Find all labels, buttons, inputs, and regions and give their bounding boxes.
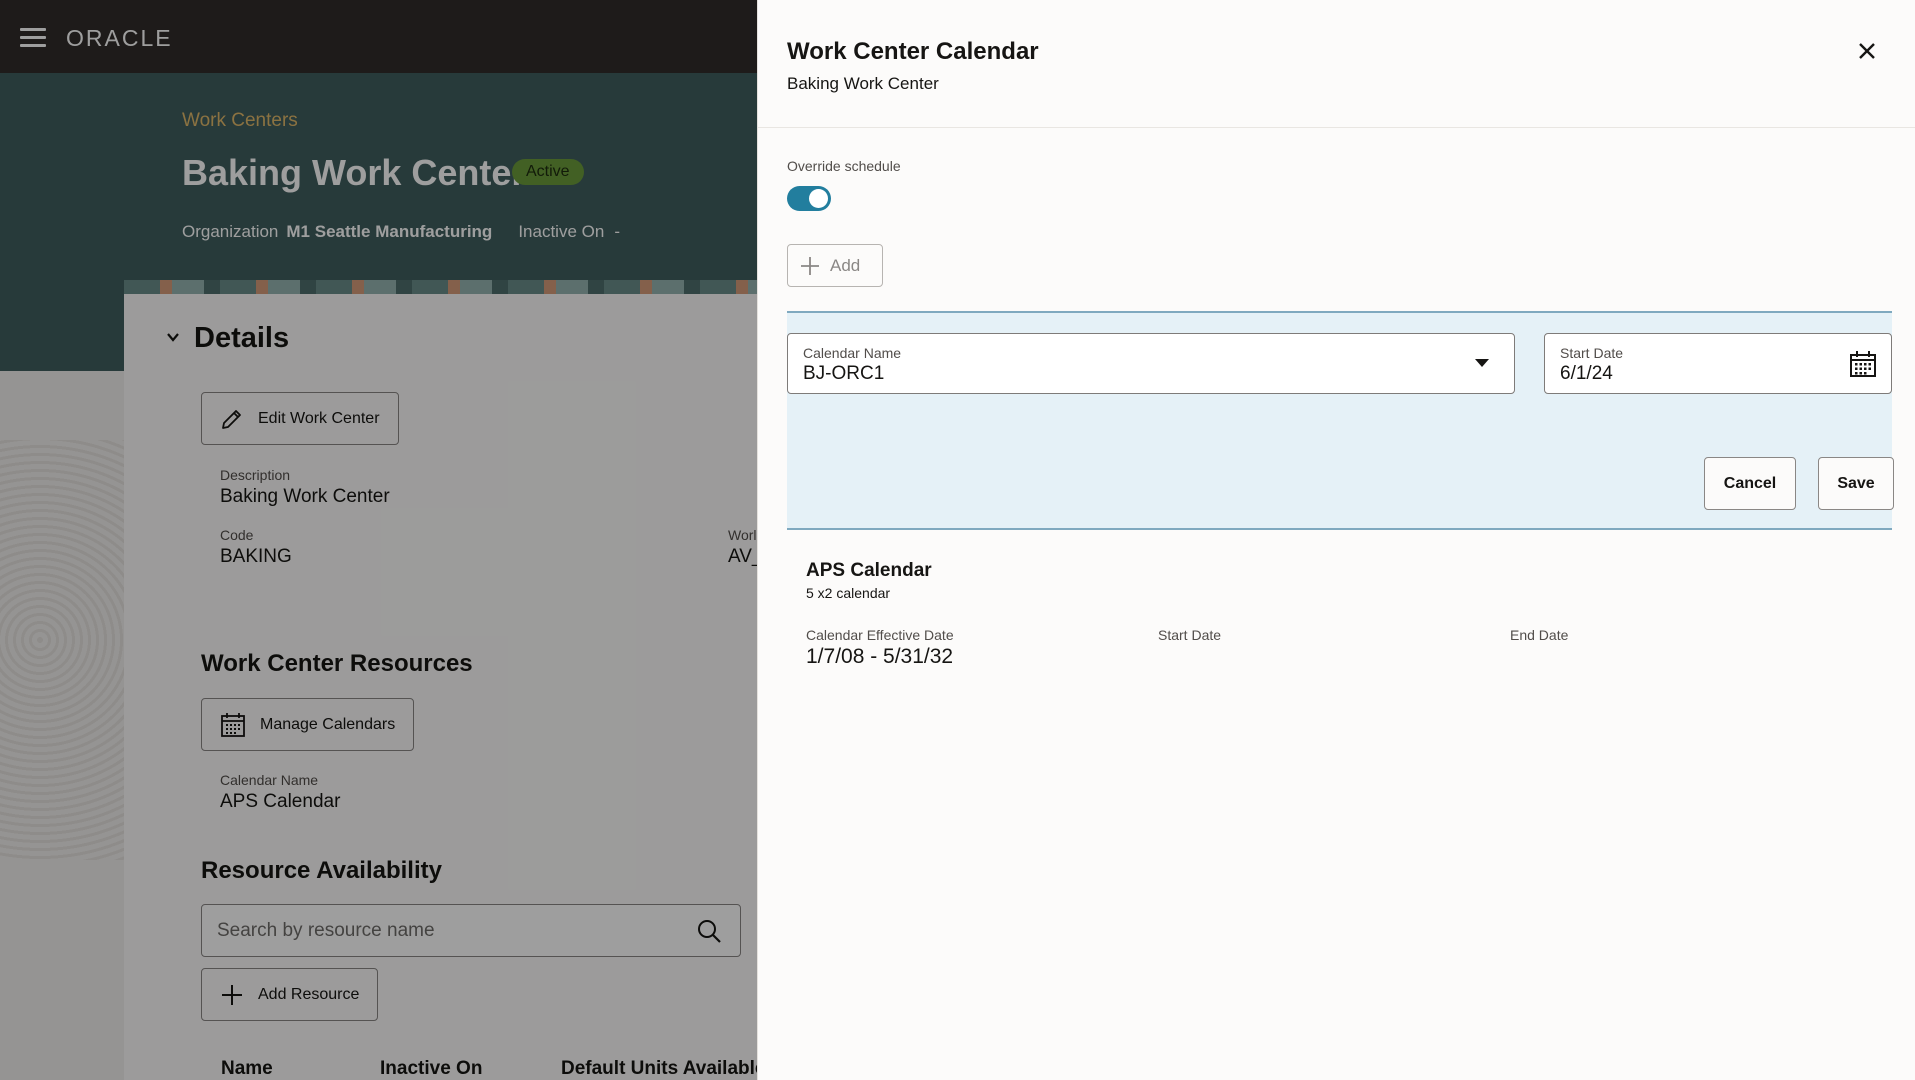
calendar-name-select[interactable]: Calendar Name BJ-ORC1 <box>787 333 1515 394</box>
modal-scrim[interactable] <box>0 0 757 1080</box>
start-date-label: Start Date <box>1158 627 1222 643</box>
current-calendar-name: APS Calendar <box>806 560 932 581</box>
calendar-name-field-value: BJ-ORC1 <box>803 363 885 384</box>
calendar-effective-date-value: 1/7/08 - 5/31/32 <box>806 645 954 668</box>
calendar-effective-date-label: Calendar Effective Date <box>806 627 954 643</box>
start-date-field-value: 6/1/24 <box>1560 363 1613 384</box>
drawer-header-divider <box>758 127 1915 128</box>
close-icon[interactable] <box>1856 40 1878 62</box>
drawer-subtitle: Baking Work Center <box>787 74 939 93</box>
calendar-name-field-label: Calendar Name <box>803 345 902 361</box>
add-calendar-button[interactable]: Add <box>787 244 883 287</box>
work-center-calendar-drawer: Work Center Calendar Baking Work Center … <box>757 0 1915 1080</box>
plus-icon <box>801 256 819 275</box>
dropdown-caret-icon[interactable] <box>1475 359 1489 367</box>
calendar-edit-panel: Calendar Name BJ-ORC1 Start Date 6/1/24 … <box>787 311 1894 530</box>
start-date-field-label: Start Date <box>1560 345 1624 361</box>
current-calendar-description: 5 x2 calendar <box>806 585 891 601</box>
override-schedule-label: Override schedule <box>787 158 901 174</box>
override-schedule-toggle[interactable] <box>787 186 831 211</box>
start-date-field[interactable]: Start Date 6/1/24 <box>1544 333 1892 394</box>
drawer-title: Work Center Calendar <box>787 38 1039 65</box>
toggle-knob <box>809 189 828 208</box>
end-date-label: End Date <box>1510 627 1569 643</box>
save-button[interactable]: Save <box>1818 457 1894 510</box>
calendar-picker-icon[interactable] <box>1849 350 1877 378</box>
cancel-button[interactable]: Cancel <box>1704 457 1796 510</box>
add-calendar-label: Add <box>830 255 861 275</box>
